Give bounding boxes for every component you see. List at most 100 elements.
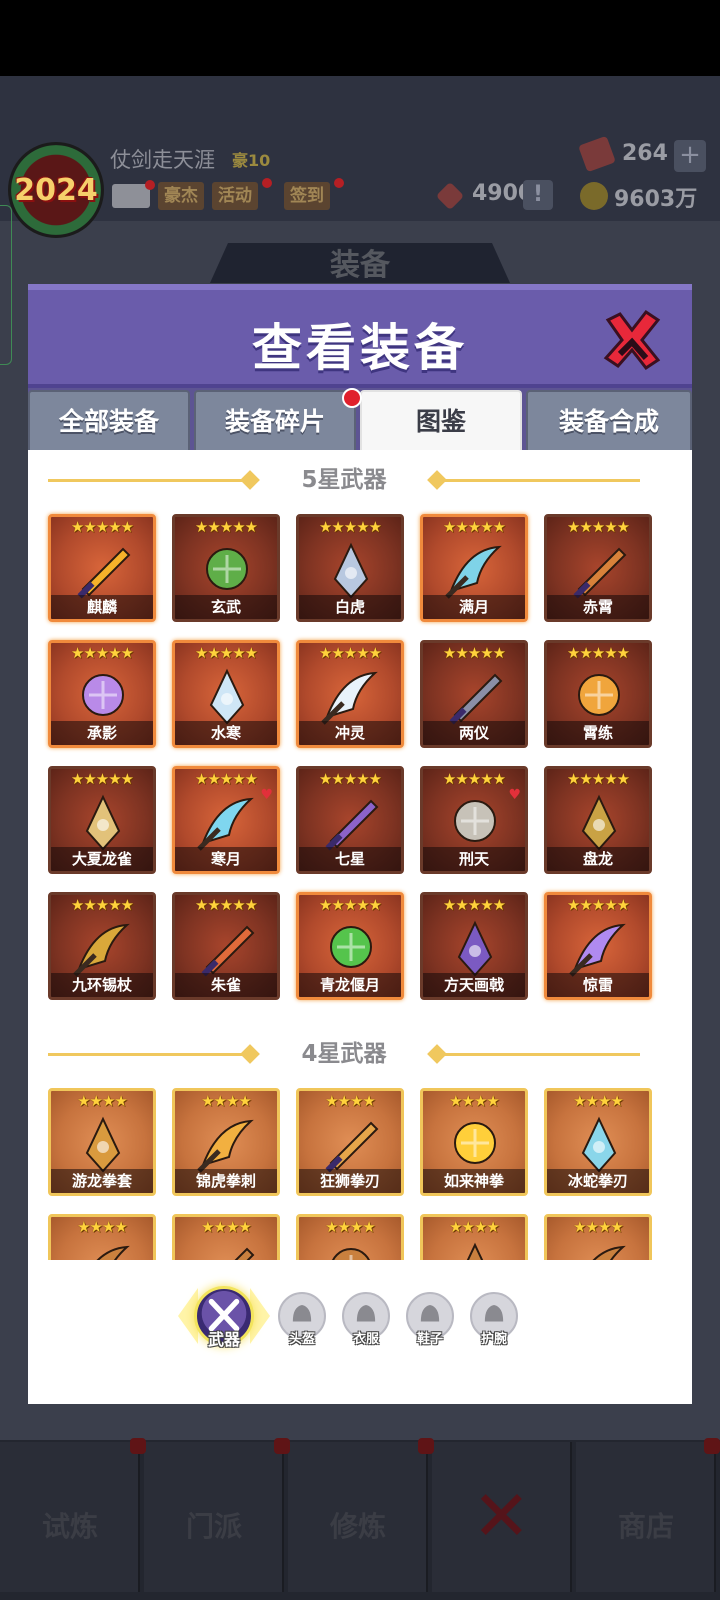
weapon-card[interactable]: ★★★★★ 冲灵	[296, 640, 404, 748]
screen-section-title: 装备	[210, 243, 510, 283]
weapon-card[interactable]: ★★★★★ 两仪	[420, 640, 528, 748]
weapon-card[interactable]: ★★★★★ ♥ 刑天	[420, 766, 528, 874]
weapon-art	[330, 926, 372, 968]
weapon-name: 霄练	[547, 721, 649, 745]
heroes-button[interactable]: 豪杰	[158, 182, 204, 210]
category-label: 衣服	[352, 1332, 379, 1347]
weapon-card[interactable]: ★★★★★ 麒麟	[48, 514, 156, 622]
nav-notification-dot	[704, 1438, 720, 1454]
weapon-art	[234, 1247, 255, 1260]
checkin-button[interactable]: 签到	[284, 182, 330, 210]
tab-catalog[interactable]: 图鉴	[360, 390, 522, 450]
weapon-art	[73, 923, 130, 977]
weapon-art	[569, 923, 626, 977]
divider-line	[48, 1053, 248, 1056]
star-rating: ★★★★★	[194, 896, 258, 914]
weapon-art	[457, 920, 493, 977]
weapon-card[interactable]: ★★★★	[48, 1214, 156, 1260]
player-header	[0, 76, 720, 221]
weapon-card[interactable]: ★★★★★ ♥ 寒月	[172, 766, 280, 874]
crossed-swords-nav-icon: ✕	[472, 1475, 531, 1557]
nav-notification-dot	[418, 1438, 434, 1454]
weapon-card[interactable]: ★★★★★ 七星	[296, 766, 404, 874]
weapon-card[interactable]: ★★★★	[172, 1214, 280, 1260]
divider-line	[440, 1053, 640, 1056]
weapon-name: 玄武	[175, 595, 277, 619]
weapon-card[interactable]: ★★★★★ 九环锡杖	[48, 892, 156, 1000]
weapon-card[interactable]: ★★★★ 如来神拳	[420, 1088, 528, 1196]
weapon-name: 两仪	[423, 721, 525, 745]
weapon-name: 狂狮拳刃	[299, 1169, 401, 1193]
weapon-name: 如来神拳	[423, 1169, 525, 1193]
weapon-card[interactable]: ★★★★★ 惊雷	[544, 892, 652, 1000]
nav-label-sect: 门派	[185, 1510, 242, 1543]
player-name: 仗剑走天涯	[110, 148, 215, 172]
tab-equipment-synthesis[interactable]: 装备合成	[526, 390, 692, 450]
weapon-card[interactable]: ★★★★★ 满月	[420, 514, 528, 622]
tab-equipment-fragments[interactable]: 装备碎片	[194, 390, 356, 450]
star-rating: ★★★★★	[194, 644, 258, 662]
gold-coin-icon	[580, 182, 608, 210]
weapon-card[interactable]: ★★★★★ 方天画戟	[420, 892, 528, 1000]
gold-count: 9603万	[614, 187, 698, 212]
side-panel-handle[interactable]	[0, 205, 12, 365]
weapon-card[interactable]: ★★★★★ 大夏龙雀	[48, 766, 156, 874]
weapon-name: 赤霄	[547, 595, 649, 619]
weapon-name: 承影	[51, 721, 153, 745]
star-rating: ★★★★★	[70, 896, 134, 914]
weapon-art	[333, 542, 369, 599]
category-label: 头盔	[288, 1332, 315, 1347]
weapon-name: 寒月	[175, 847, 277, 871]
weapon-card[interactable]: ★★★★ 狂狮拳刃	[296, 1088, 404, 1196]
activity-notification-dot	[262, 178, 272, 188]
weapon-art	[592, 1245, 626, 1260]
weapon-name: 游龙拳套	[51, 1169, 153, 1193]
weapon-name: 方天画戟	[423, 973, 525, 997]
catalog-content: 5星武器 4星武器 ★★★★★ 麒麟 ★★★★★ 玄武 ★★★★★ 白虎 ★★★★★ 满月 ★★…	[28, 450, 692, 1404]
weapon-card[interactable]: ★★★★★ 承影	[48, 640, 156, 748]
tab-all-equipment[interactable]: 全部装备	[28, 390, 190, 450]
weapon-art	[332, 1248, 370, 1260]
mail-icon[interactable]	[112, 184, 150, 208]
weapon-card[interactable]: ★★★★ 冰蛇拳刃	[544, 1088, 652, 1196]
weapon-card[interactable]: ★★★★	[420, 1214, 528, 1260]
equipment-modal: 查看装备 全部装备 装备碎片 图鉴 装备合成 5星武器 4星武器 ★★★★★ 麒…	[28, 284, 692, 1404]
weapon-art	[85, 1116, 121, 1173]
star-rating: ★★★★★	[566, 896, 630, 914]
weapon-card[interactable]: ★★★★★ 白虎	[296, 514, 404, 622]
weapon-card[interactable]: ★★★★★ 青龙偃月	[296, 892, 404, 1000]
weapon-art	[466, 1242, 484, 1260]
weapon-card[interactable]: ★★★★★ 霄练	[544, 640, 652, 748]
weapon-name: 麒麟	[51, 595, 153, 619]
nav-notification-dot	[130, 1438, 146, 1454]
add-gems-button[interactable]: +	[674, 140, 706, 172]
weapon-name: 满月	[423, 595, 525, 619]
catalog-scroll-area[interactable]: 5星武器 4星武器 ★★★★★ 麒麟 ★★★★★ 玄武 ★★★★★ 白虎 ★★★★★ 满月 ★★…	[28, 450, 692, 1260]
activity-button[interactable]: 活动	[212, 182, 258, 210]
weapon-art	[321, 671, 378, 725]
star-rating: ★★★★	[325, 1092, 376, 1110]
weapon-card[interactable]: ★★★★	[544, 1214, 652, 1260]
nav-label-trial: 试炼	[41, 1510, 98, 1543]
weapon-art	[206, 548, 248, 590]
close-icon[interactable]	[600, 308, 664, 372]
vip-badge: 豪10	[232, 151, 271, 170]
weapon-card[interactable]: ★★★★★ 水寒	[172, 640, 280, 748]
weapon-art	[578, 674, 620, 716]
star-rating: ★★★★★	[442, 518, 506, 536]
star-rating: ★★★★★	[566, 644, 630, 662]
weapon-art	[454, 800, 496, 842]
star-rating: ★★★★★	[194, 770, 258, 788]
weapon-card[interactable]: ★★★★ 游龙拳套	[48, 1088, 156, 1196]
token-info-button[interactable]: !	[523, 180, 553, 210]
weapon-card[interactable]: ★★★★ 锦虎拳刺	[172, 1088, 280, 1196]
weapon-card[interactable]: ★★★★★ 朱雀	[172, 892, 280, 1000]
weapon-card[interactable]: ★★★★★ 盘龙	[544, 766, 652, 874]
weapon-card[interactable]: ★★★★★ 玄武	[172, 514, 280, 622]
section-header-5star: 5星武器	[28, 460, 692, 500]
weapon-card[interactable]: ★★★★★ 赤霄	[544, 514, 652, 622]
weapon-name: 大夏龙雀	[51, 847, 153, 871]
weapon-name: 七星	[299, 847, 401, 871]
weapon-art	[197, 797, 254, 851]
weapon-card[interactable]: ★★★★	[296, 1214, 404, 1260]
